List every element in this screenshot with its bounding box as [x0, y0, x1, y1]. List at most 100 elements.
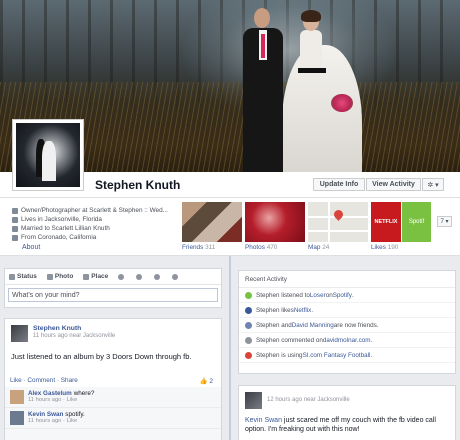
update-info-button[interactable]: Update Info [313, 178, 365, 191]
friends-count: 311 [205, 244, 216, 251]
star-icon[interactable] [172, 273, 179, 280]
activity-link[interactable]: SI.com Fantasy Football [303, 352, 371, 359]
bride-sash [298, 68, 326, 73]
groom-tie [261, 34, 265, 58]
activity-link[interactable]: David Manning [292, 322, 334, 329]
post2-meta[interactable]: 12 hours ago near Jacksonville [267, 397, 350, 403]
photos-thumbnail[interactable] [245, 202, 305, 242]
more-sections-button[interactable]: 7 ▾ [437, 216, 452, 227]
friends-thumbnail[interactable] [182, 202, 242, 242]
post-text: Just listened to an album by 3 Doors Dow… [11, 352, 192, 361]
about-from-text[interactable]: From Coronado, California [21, 234, 96, 241]
tab-place[interactable]: Place [83, 273, 108, 280]
activity-text: . [351, 291, 354, 299]
activity-icon [245, 291, 252, 299]
status-composer: Status Photo Place What's on your mind? [4, 268, 222, 308]
profile-name[interactable]: Stephen Knuth [95, 178, 180, 192]
comment-line: Kevin Swan spotify. [28, 411, 85, 418]
view-activity-button[interactable]: View Activity [366, 178, 421, 191]
post-meta[interactable]: 11 hours ago near Jacksonville [33, 333, 115, 339]
comment-author[interactable]: Alex Gastelum [28, 390, 72, 397]
about-link[interactable]: About [22, 244, 40, 251]
heart-icon[interactable] [154, 273, 161, 280]
activity-text: . [311, 306, 314, 314]
post-card-2: 12 hours ago near Jacksonville Kevin Swa… [238, 385, 456, 440]
location-icon [12, 234, 18, 241]
about-lives: Lives in Jacksonville, Florida [12, 215, 180, 224]
avatar-image [16, 123, 80, 187]
activity-text: Stephen likes [256, 306, 294, 314]
comment-author[interactable]: Kevin Swan [28, 411, 63, 418]
settings-gear-button[interactable]: ✲ ▾ [422, 178, 444, 191]
photos-count: 470 [266, 244, 278, 251]
avatar[interactable] [10, 411, 24, 425]
friends-label[interactable]: Friends 311 [182, 244, 215, 251]
activity-item[interactable]: Stephen is using SI.com Fantasy Football… [239, 348, 455, 363]
post-author[interactable]: Stephen Knuth [33, 325, 115, 332]
about-work-text[interactable]: Owner/Photographer at Scarlett & Stephen… [21, 207, 168, 214]
about-married-text[interactable]: Married to Scarlett Lillian Knuth [21, 225, 110, 232]
post2-meta-block: 12 hours ago near Jacksonville [267, 392, 350, 409]
avatar[interactable] [10, 390, 24, 404]
activity-icon [245, 321, 252, 329]
flag-icon[interactable] [136, 273, 143, 280]
map-thumbnail[interactable] [308, 202, 368, 242]
avatar-bride [42, 141, 56, 181]
status-icon [9, 273, 15, 280]
map-label[interactable]: Map 24 [308, 244, 329, 251]
post-like-count[interactable]: 👍 2 [200, 377, 213, 385]
about-lives-text[interactable]: Lives in Jacksonville, Florida [21, 216, 102, 223]
comment-meta[interactable]: 11 hours ago · Like [28, 397, 94, 403]
post-header-2: 12 hours ago near Jacksonville [239, 386, 455, 409]
friends-label-text: Friends [182, 244, 204, 251]
groom-head [254, 8, 270, 28]
briefcase-icon [12, 207, 18, 214]
comment: Kevin Swan spotify. 11 hours ago · Like [5, 408, 221, 429]
profile-picture[interactable] [12, 119, 84, 191]
map-count: 24 [322, 244, 330, 251]
avatar[interactable] [11, 325, 28, 342]
activity-text: Stephen and [256, 321, 292, 329]
activity-link[interactable]: davidmolnar.com [323, 337, 371, 344]
activity-item[interactable]: Stephen listened to Loser on Spotify. [239, 288, 455, 303]
comment-body: Alex Gastelum where? 11 hours ago · Like [28, 390, 94, 404]
tab-photo-label: Photo [54, 273, 74, 280]
status-input[interactable]: What's on your mind? [8, 288, 218, 302]
post2-author[interactable]: Kevin Swan [245, 417, 282, 424]
post-card: Stephen Knuth 11 hours ago near Jacksonv… [4, 318, 222, 440]
activity-item[interactable]: Stephen and David Manning are now friend… [239, 318, 455, 333]
comment-text: spotify. [65, 411, 85, 418]
netflix-logo: NETFLIX [371, 202, 401, 242]
likes-thumbnail[interactable]: NETFLIX Spotif [371, 202, 431, 242]
about-from: From Coronado, California [12, 233, 180, 242]
photos-label[interactable]: Photos 470 [245, 244, 277, 251]
activity-link[interactable]: Loser [310, 292, 326, 299]
life-event-icon[interactable] [118, 273, 125, 280]
avatar[interactable] [245, 392, 262, 409]
composer-tabs: Status Photo Place [5, 269, 221, 285]
map-road [328, 202, 330, 242]
activity-item[interactable]: Stephen commented on davidmolnar.com. [239, 333, 455, 348]
activity-link[interactable]: Netflix [294, 307, 312, 314]
bouquet [331, 94, 353, 112]
activity-icon [245, 351, 252, 359]
comment: Alex Gastelum where? 11 hours ago · Like [5, 387, 221, 408]
likes-label-text: Likes [371, 244, 386, 251]
activity-text: . [370, 351, 373, 359]
tab-status[interactable]: Status [9, 273, 37, 280]
about-list: Owner/Photographer at Scarlett & Stephen… [12, 206, 180, 242]
activity-list: Stephen listened to Loser on Spotify. Ste… [239, 288, 455, 363]
tab-photo[interactable]: Photo [46, 273, 74, 280]
activity-link[interactable]: Spotify [333, 292, 352, 299]
activity-text: . [370, 336, 373, 344]
activity-item[interactable]: Stephen likes Netflix. [239, 303, 455, 318]
comment-meta[interactable]: 11 hours ago · Like [28, 418, 85, 424]
likes-label[interactable]: Likes 190 [371, 244, 398, 251]
activity-text: on [325, 291, 333, 299]
post-actions[interactable]: Like · Comment · Share [10, 377, 78, 384]
activity-icon [245, 306, 252, 314]
tab-place-label: Place [91, 273, 109, 280]
spotify-logo: Spotif [402, 202, 431, 242]
home-icon [12, 216, 18, 223]
activity-text: are now friends. [333, 321, 379, 329]
